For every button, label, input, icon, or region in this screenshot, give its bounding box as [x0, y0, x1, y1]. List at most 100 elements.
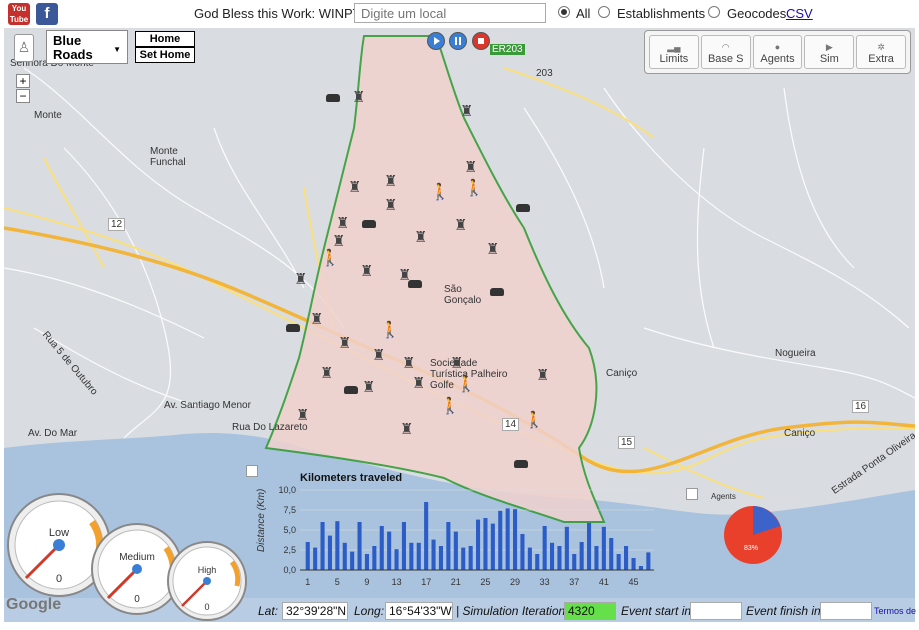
- bar-26: [490, 523, 495, 570]
- long-field[interactable]: 16°54'33"W: [385, 602, 453, 620]
- agent-marker[interactable]: ♜: [348, 178, 361, 196]
- sim-iteration-field[interactable]: 4320: [564, 602, 616, 620]
- terms-link[interactable]: Termos de Uso: [874, 606, 919, 616]
- pie-toggle-checkbox[interactable]: [686, 488, 698, 500]
- bars-icon: ▂▄: [667, 42, 681, 52]
- filter-all-radio[interactable]: [558, 6, 570, 18]
- agent-marker[interactable]: ♜: [384, 196, 397, 214]
- bar-12: [387, 531, 392, 570]
- agent-marker[interactable]: ♜: [414, 228, 427, 246]
- gauge-value: 0: [134, 594, 140, 605]
- agent-marker[interactable]: ♜: [352, 88, 365, 106]
- agent-marker[interactable]: ♜: [450, 354, 463, 372]
- bar-18: [431, 539, 436, 570]
- agent-marker[interactable]: ♜: [464, 158, 477, 176]
- pedestrian-icon[interactable]: 🚶: [524, 410, 544, 430]
- car-icon[interactable]: [344, 386, 358, 394]
- base-stations-button[interactable]: ◠ Base S: [700, 35, 751, 69]
- pedestrian-icon[interactable]: 🚶: [320, 248, 340, 268]
- agent-marker[interactable]: ♜: [454, 216, 467, 234]
- agent-marker[interactable]: ♜: [372, 346, 385, 364]
- sim-button[interactable]: ▶ Sim: [804, 35, 855, 69]
- filter-geocodes-radio[interactable]: [708, 6, 720, 18]
- pedestrian-icon[interactable]: 🚶: [440, 396, 460, 416]
- pedestrian-icon[interactable]: 🚶: [430, 182, 450, 202]
- gauge-value: 0: [204, 602, 209, 612]
- x-tick-label: 41: [599, 577, 609, 587]
- agent-marker[interactable]: ♜: [338, 334, 351, 352]
- set-home-button[interactable]: Set Home: [135, 47, 195, 63]
- bar-2: [313, 547, 318, 570]
- agent-marker[interactable]: ♜: [336, 214, 349, 232]
- agent-marker[interactable]: ♜: [412, 374, 425, 392]
- x-tick-label: 21: [451, 577, 461, 587]
- bar-22: [461, 547, 466, 570]
- chevron-down-icon: ▼: [113, 45, 121, 54]
- bar-11: [379, 526, 384, 570]
- bar-1: [305, 542, 310, 570]
- long-label: Long:: [354, 604, 385, 618]
- bar-15: [409, 542, 414, 570]
- car-icon[interactable]: [490, 288, 504, 296]
- filter-establishments-label: Establishments: [617, 6, 706, 21]
- agent-marker[interactable]: ♜: [310, 310, 323, 328]
- agent-marker[interactable]: ♜: [536, 366, 549, 384]
- zoom-in-button[interactable]: +: [16, 74, 30, 88]
- car-icon[interactable]: [286, 324, 300, 332]
- map-type-value: Blue Roads: [53, 33, 93, 62]
- pause-button[interactable]: [449, 32, 467, 50]
- agent-marker[interactable]: ♜: [294, 270, 307, 288]
- lat-field[interactable]: 32°39'28"N: [282, 602, 348, 620]
- csv-link[interactable]: CSV: [786, 6, 813, 21]
- bar-5: [335, 521, 340, 570]
- x-tick-label: 9: [364, 577, 369, 587]
- zoom-out-button[interactable]: −: [16, 89, 30, 103]
- agents-button[interactable]: ● Agents: [752, 35, 803, 69]
- x-tick-label: 17: [421, 577, 431, 587]
- bar-6: [342, 542, 347, 570]
- agent-marker[interactable]: ♜: [362, 378, 375, 396]
- pedestrian-icon[interactable]: 🚶: [464, 178, 484, 198]
- agent-marker[interactable]: ♜: [400, 420, 413, 438]
- car-icon[interactable]: [326, 94, 340, 102]
- y-axis-label: Distance (Km): [256, 489, 267, 552]
- agent-marker[interactable]: ♜: [402, 354, 415, 372]
- street-view-pegman-icon[interactable]: ♙: [14, 34, 34, 62]
- car-icon[interactable]: [516, 204, 530, 212]
- lat-label: Lat:: [258, 604, 279, 618]
- filter-establishments-radio[interactable]: [598, 6, 610, 18]
- bar-43: [616, 554, 621, 570]
- extra-button[interactable]: ✲ Extra: [856, 35, 906, 69]
- signal-icon: ◠: [721, 42, 730, 52]
- agent-marker[interactable]: ♜: [460, 102, 473, 120]
- facebook-icon[interactable]: f: [36, 3, 58, 25]
- agent-marker[interactable]: ♜: [486, 240, 499, 258]
- agent-marker[interactable]: ♜: [320, 364, 333, 382]
- map-type-select[interactable]: Blue Roads ▼: [46, 30, 128, 64]
- car-icon[interactable]: [362, 220, 376, 228]
- bar-16: [416, 542, 421, 570]
- agent-marker[interactable]: ♜: [296, 406, 309, 424]
- extra-label: Extra: [868, 53, 894, 65]
- youtube-icon[interactable]: You Tube: [8, 3, 30, 25]
- event-start-field[interactable]: [690, 602, 742, 620]
- pedestrian-icon[interactable]: 🚶: [456, 374, 476, 394]
- event-finish-field[interactable]: [820, 602, 872, 620]
- limits-button[interactable]: ▂▄ Limits: [649, 35, 699, 69]
- home-button[interactable]: Home: [135, 31, 195, 47]
- bar-10: [372, 546, 377, 570]
- google-logo: Google: [6, 596, 62, 613]
- bar-36: [564, 526, 569, 570]
- bar-32: [535, 554, 540, 570]
- location-search-input[interactable]: [354, 3, 546, 23]
- play-button[interactable]: [427, 32, 445, 50]
- pedestrian-icon[interactable]: 🚶: [380, 320, 400, 340]
- bar-23: [468, 546, 473, 570]
- x-tick-label: 13: [392, 577, 402, 587]
- sim-label: Sim: [819, 53, 839, 65]
- car-icon[interactable]: [408, 280, 422, 288]
- agents-label: Agents: [760, 53, 795, 65]
- agent-marker[interactable]: ♜: [384, 172, 397, 190]
- agent-marker[interactable]: ♜: [360, 262, 373, 280]
- stop-button[interactable]: [472, 32, 490, 50]
